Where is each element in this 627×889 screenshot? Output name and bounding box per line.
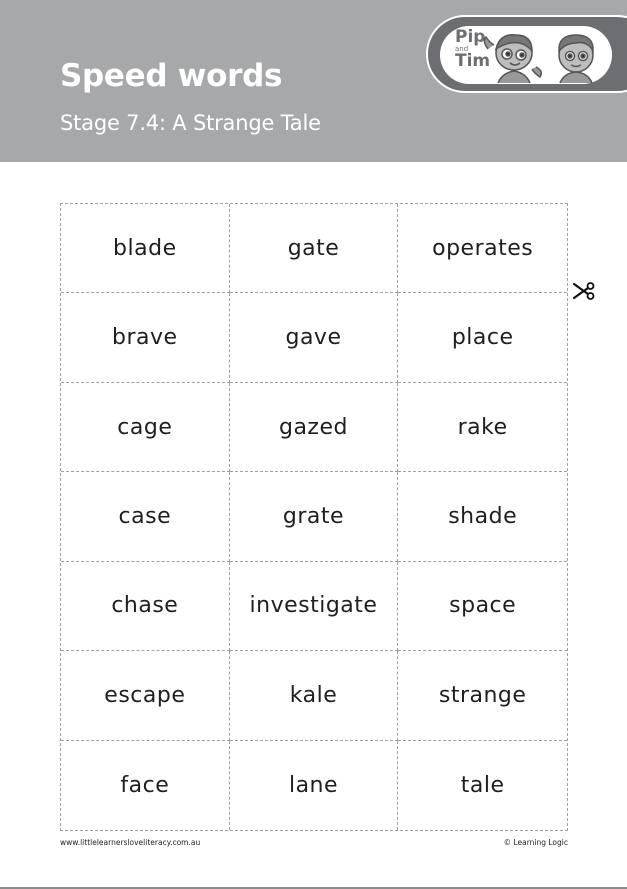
word-card: gave <box>229 293 399 383</box>
word-card: shade <box>398 472 567 562</box>
word-card: lane <box>230 740 399 830</box>
word-card: chase <box>61 561 230 652</box>
footer-website: www.littlelearnersloveliteracy.com.au <box>60 838 201 847</box>
word-card: escape <box>61 651 230 741</box>
word-card: cage <box>61 382 230 473</box>
page-subtitle: Stage 7.4: A Strange Tale <box>60 111 321 135</box>
word-card: face <box>61 740 230 830</box>
word-card: gazed <box>229 382 399 473</box>
word-card: gate <box>229 204 399 294</box>
boy-character-icon <box>558 34 594 84</box>
pip-and-tim-characters-icon <box>483 34 594 84</box>
word-card: tale <box>460 772 505 798</box>
word-card: strange <box>398 651 567 741</box>
word-card: kale <box>229 651 399 741</box>
word-card: operates <box>398 204 567 294</box>
page-title: Speed words <box>60 58 283 94</box>
word-card: blade <box>61 204 230 294</box>
word-card: case <box>61 472 230 562</box>
word-card: space <box>398 562 567 652</box>
word-card: grate <box>229 472 399 562</box>
scissors-icon <box>573 282 595 300</box>
word-card: brave <box>61 293 230 383</box>
word-card: investigate <box>229 561 399 652</box>
word-card: rake <box>398 383 567 473</box>
word-card: place <box>398 293 567 383</box>
footer-copyright: © Learning Logic <box>503 838 568 847</box>
speed-words-grid: blade gate operates brave gave place cage gazed… <box>60 203 568 831</box>
girl-character-icon <box>483 34 543 84</box>
